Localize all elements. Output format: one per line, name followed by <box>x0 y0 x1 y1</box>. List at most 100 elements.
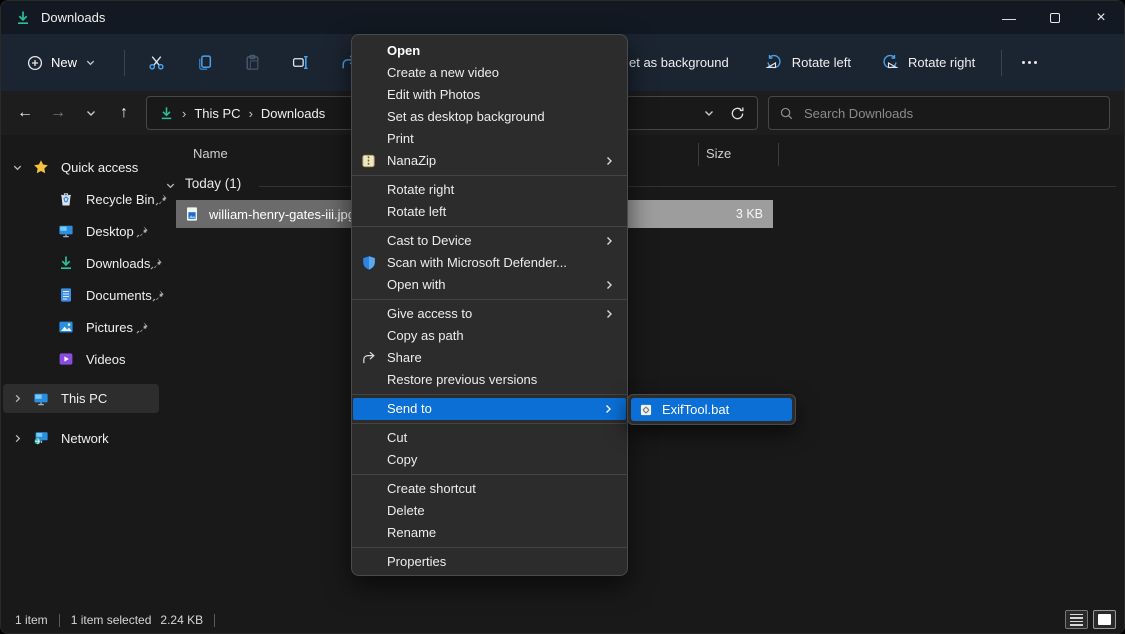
menu-separator <box>352 547 627 548</box>
menu-item-share[interactable]: Share <box>352 347 627 369</box>
chevron-right-icon <box>11 393 23 404</box>
sidebar-item-desktop[interactable]: Desktop <box>1 215 161 247</box>
menu-item-give-access-to[interactable]: Give access to <box>352 303 627 325</box>
large-icons-view-icon <box>1098 614 1111 625</box>
paste-button[interactable] <box>235 47 269 79</box>
sidebar-item-videos[interactable]: Videos <box>1 343 161 375</box>
refresh-button[interactable] <box>723 99 751 127</box>
menu-item-cut[interactable]: Cut <box>352 427 627 449</box>
column-header-name[interactable]: Name <box>193 146 228 161</box>
menu-item-copy[interactable]: Copy <box>352 449 627 471</box>
sidebar-item-pictures[interactable]: Pictures <box>1 311 161 343</box>
menu-item-edit-with-photos[interactable]: Edit with Photos <box>352 84 627 106</box>
location-downloads-icon <box>159 106 174 121</box>
submenu-item-exiftool[interactable]: ExifTool.bat <box>631 398 792 421</box>
large-icons-view-button[interactable] <box>1093 610 1116 629</box>
menu-item-label: Print <box>387 131 414 146</box>
rotate-left-button[interactable]: Rotate left <box>765 54 851 72</box>
menu-item-label: Rename <box>387 525 436 540</box>
column-divider[interactable] <box>778 143 779 166</box>
toolbar-divider <box>124 50 125 76</box>
menu-item-set-as-desktop-background[interactable]: Set as desktop background <box>352 106 627 128</box>
sidebar-item-downloads[interactable]: Downloads <box>1 247 161 279</box>
menu-item-print[interactable]: Print <box>352 128 627 150</box>
navigation-buttons: ← → ↑ <box>9 97 140 129</box>
menu-item-label: Create shortcut <box>387 481 476 496</box>
rename-button[interactable] <box>283 47 317 79</box>
status-divider <box>59 614 60 627</box>
rotate-right-button[interactable]: Rotate right <box>881 54 975 72</box>
menu-item-send-to[interactable]: Send to <box>353 398 626 420</box>
view-toggle-buttons <box>1065 610 1116 629</box>
image-file-icon <box>184 206 200 222</box>
maximize-button[interactable] <box>1032 1 1078 34</box>
sidebar-item-label: Downloads <box>86 256 150 271</box>
menu-item-open-with[interactable]: Open with <box>352 274 627 296</box>
menu-item-create-new-video[interactable]: Create a new video <box>352 62 627 84</box>
address-dropdown-button[interactable] <box>695 99 723 127</box>
defender-shield-icon <box>361 255 377 271</box>
back-button[interactable]: ← <box>9 97 41 129</box>
menu-item-open[interactable]: Open <box>352 40 627 62</box>
forward-button[interactable]: → <box>42 97 74 129</box>
status-bar: 1 item 1 item selected 2.24 KB <box>1 607 1124 633</box>
pin-icon <box>152 289 165 302</box>
network-icon <box>33 430 49 446</box>
file-explorer-window: Downloads — × New et as background Rotat… <box>0 0 1125 634</box>
sidebar-item-label: Desktop <box>86 224 134 239</box>
group-collapse-chevron-icon[interactable] <box>165 180 176 191</box>
this-pc-icon <box>33 391 49 407</box>
menu-separator <box>352 423 627 424</box>
menu-item-properties[interactable]: Properties <box>352 551 627 573</box>
contextual-commands: et as background Rotate left Rotate righ… <box>629 34 1037 91</box>
downloads-folder-icon <box>15 10 31 26</box>
nanazip-icon <box>361 154 376 169</box>
menu-item-rotate-right[interactable]: Rotate right <box>352 179 627 201</box>
column-divider[interactable] <box>698 143 699 166</box>
selection-count: 1 item selected <box>71 613 152 627</box>
menu-item-restore-previous-versions[interactable]: Restore previous versions <box>352 369 627 391</box>
new-button[interactable]: New <box>17 49 106 77</box>
breadcrumb-downloads[interactable]: Downloads <box>261 106 325 121</box>
up-button[interactable]: ↑ <box>108 97 140 129</box>
sidebar-item-network[interactable]: Network <box>1 423 161 453</box>
sidebar-item-label: Videos <box>86 352 126 367</box>
details-view-button[interactable] <box>1065 610 1088 629</box>
minimize-button[interactable]: — <box>986 1 1032 34</box>
menu-item-scan-with-defender[interactable]: Scan with Microsoft Defender... <box>352 252 627 274</box>
sidebar-item-label: Recycle Bin <box>86 192 155 207</box>
group-header-today[interactable]: Today (1) <box>185 176 241 191</box>
more-options-button[interactable] <box>1022 61 1037 64</box>
copy-button[interactable] <box>187 47 221 79</box>
send-to-submenu: ExifTool.bat <box>627 394 796 425</box>
menu-item-label: Copy <box>387 452 417 467</box>
search-box[interactable] <box>768 96 1110 130</box>
sidebar-item-this-pc[interactable]: This PC <box>3 384 159 413</box>
share-icon <box>361 351 376 366</box>
submenu-arrow-icon <box>603 235 615 247</box>
recent-locations-button[interactable] <box>75 97 107 129</box>
column-header-size[interactable]: Size <box>706 146 731 161</box>
menu-item-cast-to-device[interactable]: Cast to Device <box>352 230 627 252</box>
toolbar-divider <box>1001 50 1002 76</box>
menu-item-nanazip[interactable]: NanaZip <box>352 150 627 172</box>
close-button[interactable]: × <box>1078 1 1124 34</box>
menu-item-label: NanaZip <box>387 153 436 168</box>
menu-item-rename[interactable]: Rename <box>352 522 627 544</box>
sidebar-item-documents[interactable]: Documents <box>1 279 161 311</box>
menu-item-rotate-left[interactable]: Rotate left <box>352 201 627 223</box>
menu-item-label: Rotate left <box>387 204 446 219</box>
menu-item-label: Cast to Device <box>387 233 472 248</box>
search-input[interactable] <box>802 105 1099 122</box>
sidebar-item-quick-access[interactable]: Quick access <box>1 151 161 183</box>
menu-item-create-shortcut[interactable]: Create shortcut <box>352 478 627 500</box>
sidebar-item-recycle-bin[interactable]: Recycle Bin <box>1 183 161 215</box>
menu-separator <box>352 299 627 300</box>
breadcrumb-this-pc[interactable]: This PC <box>194 106 240 121</box>
menu-item-delete[interactable]: Delete <box>352 500 627 522</box>
cut-button[interactable] <box>139 47 173 79</box>
bat-file-icon <box>639 403 653 417</box>
menu-item-copy-as-path[interactable]: Copy as path <box>352 325 627 347</box>
rotate-right-icon <box>881 54 899 72</box>
set-as-background-button[interactable]: et as background <box>629 55 729 70</box>
